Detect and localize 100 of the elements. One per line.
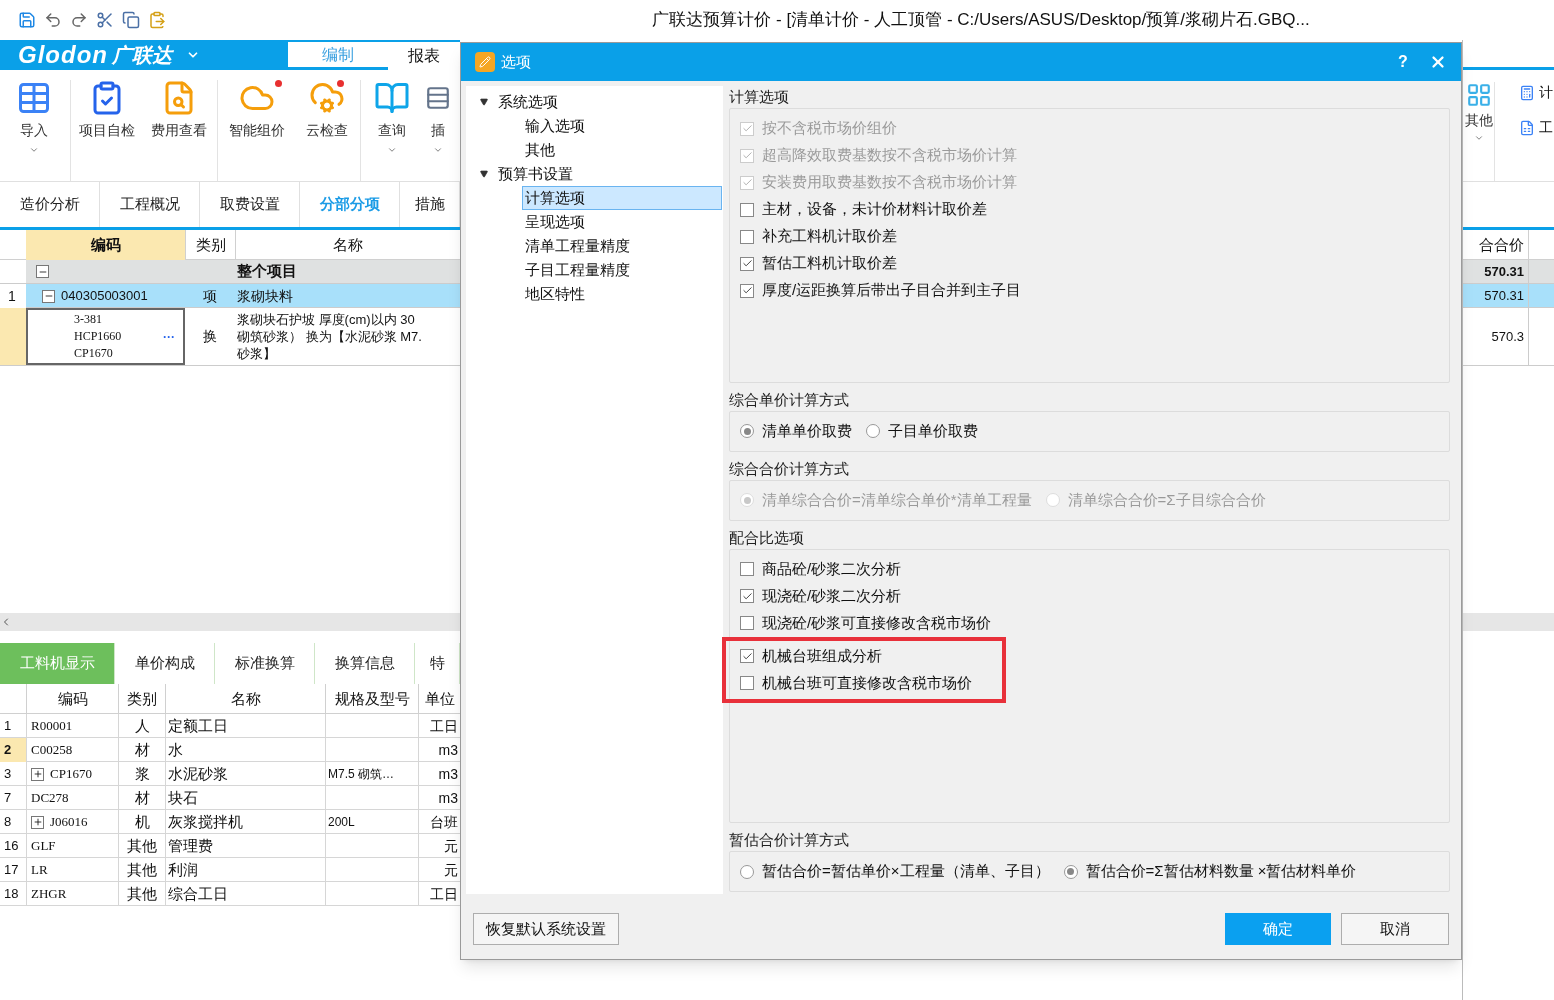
tree-item[interactable]: 呈现选项 <box>522 210 588 234</box>
save-icon[interactable] <box>18 11 36 29</box>
ribbon-button[interactable]: 插 <box>423 80 453 181</box>
table-cell: 水 <box>165 738 325 762</box>
view-tab[interactable]: 造价分析 <box>0 182 100 227</box>
cloud-icon <box>309 80 345 116</box>
radio-button[interactable] <box>740 864 754 879</box>
table-cell-text: 570.31 <box>1483 262 1525 281</box>
more-button[interactable]: ··· <box>163 327 175 346</box>
ribbon-button[interactable]: 其他 <box>1463 82 1495 181</box>
table-cell-text: 570.31 <box>1483 286 1525 305</box>
row-header-cell <box>0 308 26 365</box>
ribbon-button[interactable]: 智能组价 <box>218 80 296 181</box>
checkbox[interactable] <box>740 562 754 576</box>
expander-box[interactable] <box>31 815 44 829</box>
view-tab[interactable]: 工程概况 <box>100 182 200 227</box>
ribbon-small-button[interactable]: 计 <box>1519 82 1553 103</box>
table-cell-text: 浆砌块料 <box>236 286 294 306</box>
table-icon <box>16 80 52 116</box>
cancel-button[interactable]: 取消 <box>1341 913 1449 945</box>
horizontal-scrollbar[interactable] <box>1463 613 1554 631</box>
checkbox[interactable] <box>740 256 754 271</box>
ribbon-button[interactable]: 项目自检 <box>71 80 143 181</box>
group-title: 计算选项 <box>729 87 790 107</box>
row-number: 8 <box>3 813 13 831</box>
table-cell: 利润 <box>165 858 325 882</box>
checkbox-label: 主材，设备，未计价材料计取价差 <box>762 199 987 220</box>
column-header: 名称 <box>165 684 325 714</box>
column-header: 编码 <box>26 230 185 262</box>
table-cell-text: GLF <box>31 837 56 856</box>
tree-item[interactable]: 系统选项 <box>496 90 560 114</box>
checkbox[interactable] <box>740 649 754 663</box>
tree-item[interactable]: 子目工程量精度 <box>522 258 633 282</box>
undo-icon[interactable] <box>44 11 62 29</box>
checkbox[interactable] <box>740 283 754 298</box>
table-cell-text: 浆砌块石护坡 厚度(cm)以内 30 <box>237 311 416 328</box>
radio-button[interactable] <box>740 424 754 438</box>
logo-chinese-text: 广联达 <box>112 45 172 65</box>
horizontal-scrollbar[interactable] <box>0 613 460 631</box>
table-cell-text: 570.3 <box>1490 327 1525 346</box>
tree-item[interactable]: 预算书设置 <box>496 162 575 186</box>
table-cell-text: C00258 <box>31 741 73 760</box>
view-tab[interactable]: 取费设置 <box>200 182 300 227</box>
ribbon-button[interactable]: 费用查看 <box>143 80 215 181</box>
logo-text: Glodon <box>18 43 108 67</box>
table-cell-text: LR <box>31 861 48 880</box>
radio-label: 清单综合合价=Σ子目综合合价 <box>1067 489 1266 510</box>
checkbox[interactable] <box>740 616 754 630</box>
group-title: 暂估合价计算方式 <box>729 830 850 850</box>
row-number: 16 <box>3 837 20 855</box>
checkbox[interactable] <box>740 589 754 603</box>
tree-item[interactable]: 地区特性 <box>522 282 588 306</box>
table-cell-text: 整个项目 <box>236 261 298 282</box>
table-cell: 浆 <box>118 762 165 786</box>
ribbon-small-button[interactable]: 工 <box>1519 117 1553 138</box>
tree-item[interactable]: 输入选项 <box>522 114 588 138</box>
radio-button[interactable] <box>866 424 880 438</box>
column-header: 合合价 <box>1478 235 1525 255</box>
checkbox[interactable] <box>740 202 754 217</box>
checkbox-label: 补充工料机计取价差 <box>762 226 897 247</box>
tree-item[interactable]: 计算选项 <box>522 186 722 210</box>
checkbox[interactable] <box>740 229 754 244</box>
row-number: 1 <box>0 284 26 308</box>
expand-triangle-icon[interactable] <box>480 98 488 106</box>
table-cell-text: ZHGR <box>31 885 67 904</box>
table-cell: 定额工日 <box>165 714 325 738</box>
ribbon-button[interactable]: 云检查 <box>296 80 358 181</box>
reset-button[interactable]: 恢复默认系统设置 <box>473 913 619 945</box>
expander-box[interactable] <box>36 265 49 278</box>
radio-label: 清单单价取费 <box>762 420 852 441</box>
checkbox-label: 商品砼/砂浆二次分析 <box>762 558 902 579</box>
paste-icon[interactable] <box>148 11 166 29</box>
ribbon-tab[interactable]: 报表 <box>388 42 460 70</box>
checkbox-label: 机械台班组成分析 <box>762 645 882 666</box>
expander-box[interactable] <box>42 289 55 303</box>
checkbox-label: 现浇砼/砂浆二次分析 <box>762 585 902 606</box>
tree-item[interactable]: 清单工程量精度 <box>522 234 633 258</box>
row-number: 2 <box>0 738 26 762</box>
spreadsheet-icon <box>1519 119 1535 136</box>
ribbon-button[interactable]: 导入 <box>0 80 68 181</box>
column-header: 类别 <box>118 684 165 714</box>
table-cell-text: HCP1660 <box>74 328 123 345</box>
cut-icon[interactable] <box>96 11 114 29</box>
table-cell: 水泥砂浆 <box>165 762 325 786</box>
ribbon-button[interactable]: 查询 <box>361 80 423 181</box>
table-cell-text: CP1670 <box>50 765 92 784</box>
checkbox[interactable] <box>740 676 754 690</box>
redo-icon[interactable] <box>70 11 88 29</box>
window-title: 广联达预算计价 - [清单计价 - 人工顶管 - C:/Users/ASUS/Desktop/预算/浆砌片石.GBQ... <box>652 9 1310 32</box>
tree-item[interactable]: 其他 <box>522 138 558 162</box>
table-cell-text: DC278 <box>31 789 69 808</box>
table-cell-text: 项 <box>202 286 218 306</box>
grid-icon <box>1465 82 1492 108</box>
expander-box[interactable] <box>31 767 44 781</box>
radio-button[interactable] <box>1063 864 1078 879</box>
table-cell: 机 <box>118 810 165 834</box>
table-cell: 管理费 <box>165 834 325 858</box>
copy-icon[interactable] <box>122 11 140 29</box>
expand-triangle-icon[interactable] <box>480 170 488 178</box>
close-icon[interactable] <box>1429 53 1447 71</box>
